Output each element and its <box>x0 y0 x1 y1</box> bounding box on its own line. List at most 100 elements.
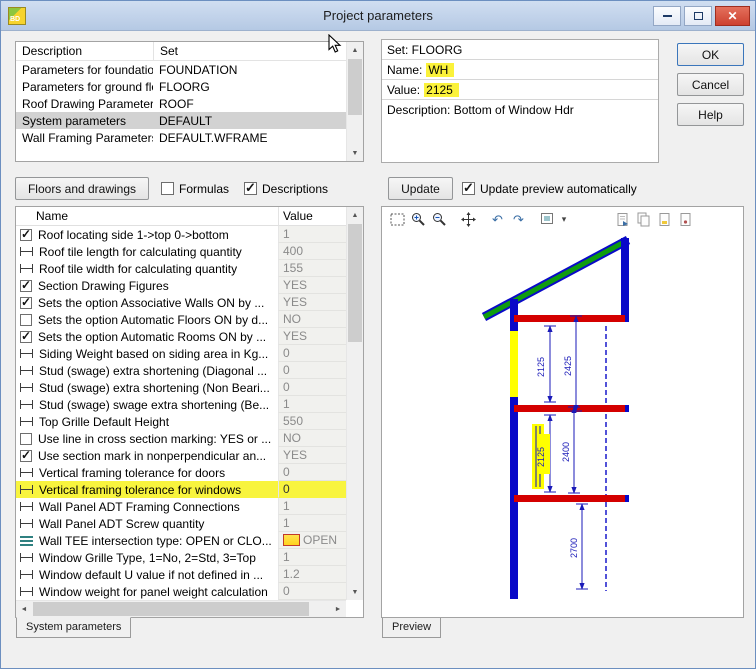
close-button[interactable]: ✕ <box>715 6 750 26</box>
parameter-row[interactable]: Sets the option Automatic Rooms ON by ..… <box>16 328 346 345</box>
help-button[interactable]: Help <box>677 103 744 126</box>
param-value[interactable]: 1 <box>278 226 346 243</box>
set-row[interactable]: System parameters DEFAULT <box>16 112 346 129</box>
parameter-row[interactable]: Use section mark in nonperpendicular an.… <box>16 447 346 464</box>
checkbox-box[interactable] <box>244 182 257 195</box>
detail-value-value[interactable]: 2125 <box>424 83 459 97</box>
params-horizontal-scrollbar[interactable]: ◄ ► <box>16 600 346 617</box>
param-value[interactable]: NO <box>278 311 346 328</box>
parameter-row[interactable]: Wall Panel ADT Framing Connections 1 <box>16 498 346 515</box>
parameter-row[interactable]: Sets the option Automatic Floors ON by d… <box>16 311 346 328</box>
parameter-row[interactable]: Window weight for panel weight calculati… <box>16 583 346 600</box>
param-value[interactable]: 1 <box>278 498 346 515</box>
scroll-down-icon[interactable]: ▼ <box>347 584 363 600</box>
copy-picture-icon[interactable] <box>633 209 654 229</box>
parameter-row[interactable]: Top Grille Default Height 550 <box>16 413 346 430</box>
set-row[interactable]: Parameters for foundation FOUNDATION <box>16 61 346 78</box>
update-preview-checkbox[interactable]: Update preview automatically <box>462 177 637 200</box>
column-header-set[interactable]: Set <box>153 42 346 60</box>
undo-icon[interactable]: ↶ <box>487 209 508 229</box>
parameter-row[interactable]: Roof tile length for calculating quantit… <box>16 243 346 260</box>
param-value[interactable]: 0 <box>278 583 346 600</box>
column-header-description[interactable]: Description <box>16 44 153 58</box>
scrollbar-thumb[interactable] <box>348 59 362 115</box>
param-value[interactable]: 550 <box>278 413 346 430</box>
save-picture-icon[interactable] <box>654 209 675 229</box>
parameter-row[interactable]: Stud (swage) swage extra shortening (Be.… <box>16 396 346 413</box>
param-value[interactable]: 0 <box>278 481 346 498</box>
param-value[interactable]: 400 <box>278 243 346 260</box>
parameter-row[interactable]: Section Drawing Figures YES <box>16 277 346 294</box>
param-value[interactable]: YES <box>278 447 346 464</box>
minimize-button[interactable] <box>653 6 681 26</box>
checkbox-box[interactable] <box>161 182 174 195</box>
parameter-row[interactable]: Use line in cross section marking: YES o… <box>16 430 346 447</box>
zoom-window-icon[interactable] <box>387 209 408 229</box>
scroll-down-icon[interactable]: ▼ <box>347 145 363 161</box>
parameter-row[interactable]: Window Grille Type, 1=No, 2=Std, 3=Top 1 <box>16 549 346 566</box>
parameter-row[interactable]: Window default U value if not defined in… <box>16 566 346 583</box>
cancel-button[interactable]: Cancel <box>677 73 744 96</box>
param-value[interactable]: YES <box>278 294 346 311</box>
column-header-name[interactable]: Name <box>16 209 278 223</box>
param-value[interactable]: 0 <box>278 362 346 379</box>
tab-system-parameters[interactable]: System parameters <box>16 617 131 638</box>
param-type-icon <box>20 349 33 358</box>
parameter-row[interactable]: Wall Panel ADT Screw quantity 1 <box>16 515 346 532</box>
tab-preview[interactable]: Preview <box>382 617 441 638</box>
scroll-up-icon[interactable]: ▲ <box>347 42 363 58</box>
pan-icon[interactable] <box>458 209 479 229</box>
parameter-row[interactable]: Stud (swage) extra shortening (Diagonal … <box>16 362 346 379</box>
param-value[interactable]: 1 <box>278 515 346 532</box>
param-value[interactable]: 1.2 <box>278 566 346 583</box>
zoom-in-icon[interactable] <box>408 209 429 229</box>
titlebar[interactable]: BD Project parameters ✕ <box>1 1 755 31</box>
preview-drawing[interactable]: 2125 2425 2125 2400 2700 <box>383 231 742 616</box>
set-row[interactable]: Roof Drawing Parameters ROOF <box>16 95 346 112</box>
set-row[interactable]: Parameters for ground floor FLOORG <box>16 78 346 95</box>
sets-table-header: Description Set <box>16 42 346 61</box>
print-icon[interactable] <box>675 209 696 229</box>
scroll-left-icon[interactable]: ◄ <box>16 601 32 617</box>
update-button[interactable]: Update <box>388 177 453 200</box>
column-header-value[interactable]: Value <box>278 207 346 225</box>
scroll-right-icon[interactable]: ► <box>330 601 346 617</box>
param-value[interactable]: NO <box>278 430 346 447</box>
param-value[interactable]: 0 <box>278 379 346 396</box>
parameter-row[interactable]: Stud (swage) extra shortening (Non Beari… <box>16 379 346 396</box>
parameter-row[interactable]: Vertical framing tolerance for doors 0 <box>16 464 346 481</box>
scrollbar-thumb[interactable] <box>348 224 362 342</box>
redo-icon[interactable]: ↷ <box>508 209 529 229</box>
zoom-out-icon[interactable] <box>429 209 450 229</box>
params-vertical-scrollbar[interactable]: ▲ ▼ <box>346 207 363 600</box>
set-row[interactable]: Wall Framing Parameters DEFAULT.WFRAME <box>16 129 346 146</box>
param-type-icon <box>20 502 33 511</box>
ok-button[interactable]: OK <box>677 43 744 66</box>
parameter-row[interactable]: Wall TEE intersection type: OPEN or CLO.… <box>16 532 346 549</box>
param-value[interactable]: 1 <box>278 549 346 566</box>
parameter-row[interactable]: Vertical framing tolerance for windows 0 <box>16 481 346 498</box>
scroll-up-icon[interactable]: ▲ <box>347 207 363 223</box>
param-value[interactable]: 1 <box>278 396 346 413</box>
parameter-row[interactable]: Siding Weight based on siding area in Kg… <box>16 345 346 362</box>
detail-name-value[interactable]: WH <box>426 63 454 77</box>
param-value[interactable]: 0 <box>278 464 346 481</box>
view-options-icon[interactable] <box>537 209 558 229</box>
descriptions-checkbox[interactable]: Descriptions <box>244 177 328 200</box>
copy-view-icon[interactable] <box>612 209 633 229</box>
scrollbar-thumb[interactable] <box>33 602 309 616</box>
param-value[interactable]: YES <box>278 328 346 345</box>
param-value[interactable]: YES <box>278 277 346 294</box>
maximize-button[interactable] <box>684 6 712 26</box>
param-value[interactable]: OPEN <box>278 532 346 549</box>
parameter-row[interactable]: Sets the option Associative Walls ON by … <box>16 294 346 311</box>
parameter-row[interactable]: Roof locating side 1->top 0->bottom 1 <box>16 226 346 243</box>
dropdown-arrow-icon[interactable]: ▾ <box>558 209 570 229</box>
sets-table-scrollbar[interactable]: ▲ ▼ <box>346 42 363 161</box>
param-value[interactable]: 0 <box>278 345 346 362</box>
param-value[interactable]: 155 <box>278 260 346 277</box>
floors-and-drawings-button[interactable]: Floors and drawings <box>15 177 149 200</box>
formulas-checkbox[interactable]: Formulas <box>161 177 229 200</box>
checkbox-box[interactable] <box>462 182 475 195</box>
parameter-row[interactable]: Roof tile width for calculating quantity… <box>16 260 346 277</box>
